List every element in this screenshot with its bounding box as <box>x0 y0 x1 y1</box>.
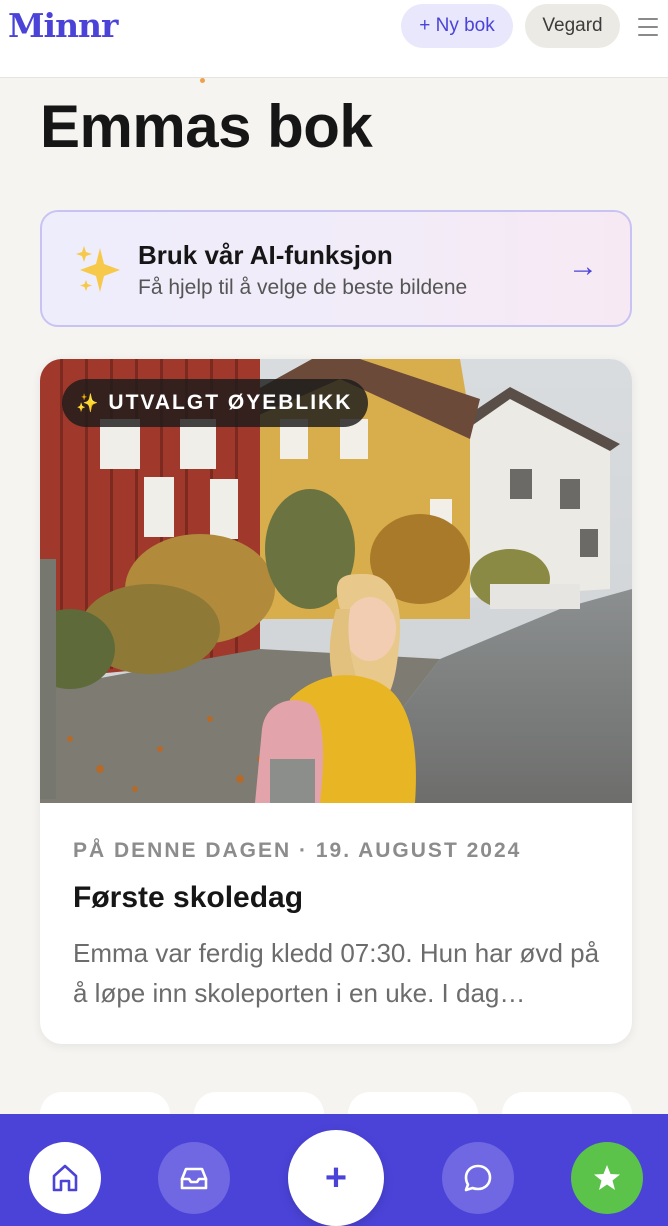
ai-banner-subtitle: Få hjelp til å velge de beste bildene <box>138 276 468 299</box>
sparkles-icon <box>76 246 120 292</box>
nav-home-button[interactable] <box>29 1142 101 1214</box>
page-title: Emmas bok <box>40 93 373 160</box>
memory-photo: ✨ UTVALGT ØYEBLIKK <box>40 359 632 803</box>
ai-feature-banner[interactable]: Bruk vår AI-funksjon Få hjelp til å velg… <box>40 210 632 327</box>
inbox-icon <box>180 1167 208 1190</box>
featured-moment-label: UTVALGT ØYEBLIKK <box>108 391 353 414</box>
nav-chat-button[interactable] <box>442 1142 514 1214</box>
memory-title: Første skoledag <box>73 881 304 914</box>
add-memory-button[interactable]: + <box>288 1130 384 1226</box>
memory-date: PÅ DENNE DAGEN · 19. AUGUST 2024 <box>73 839 522 862</box>
app-header: Minnr + Ny bok Vegard <box>0 0 668 78</box>
star-icon <box>594 1165 620 1190</box>
home-icon <box>52 1164 78 1192</box>
nav-favorites-button[interactable] <box>571 1142 643 1214</box>
nav-inbox-button[interactable] <box>158 1142 230 1214</box>
ai-banner-title: Bruk vår AI-funksjon <box>138 240 393 270</box>
bottom-navigation: + <box>0 1114 668 1226</box>
new-book-button[interactable]: + Ny bok <box>401 4 513 48</box>
memory-excerpt: Emma var ferdig kledd 07:30. Hun har øvd… <box>73 938 600 1008</box>
sparkles-icon: ✨ <box>76 392 99 413</box>
featured-moment-badge: ✨ UTVALGT ØYEBLIKK <box>62 379 369 427</box>
memory-card[interactable]: ✨ UTVALGT ØYEBLIKK PÅ DENNE DAGEN · 19. … <box>40 359 632 1044</box>
plus-icon: + <box>324 1156 348 1199</box>
arrow-right-icon: → <box>568 250 598 283</box>
user-menu-button[interactable]: Vegard <box>525 4 620 48</box>
chat-icon <box>464 1164 492 1192</box>
app-logo[interactable]: Minnr <box>8 6 118 45</box>
hamburger-menu-icon[interactable] <box>636 14 660 40</box>
